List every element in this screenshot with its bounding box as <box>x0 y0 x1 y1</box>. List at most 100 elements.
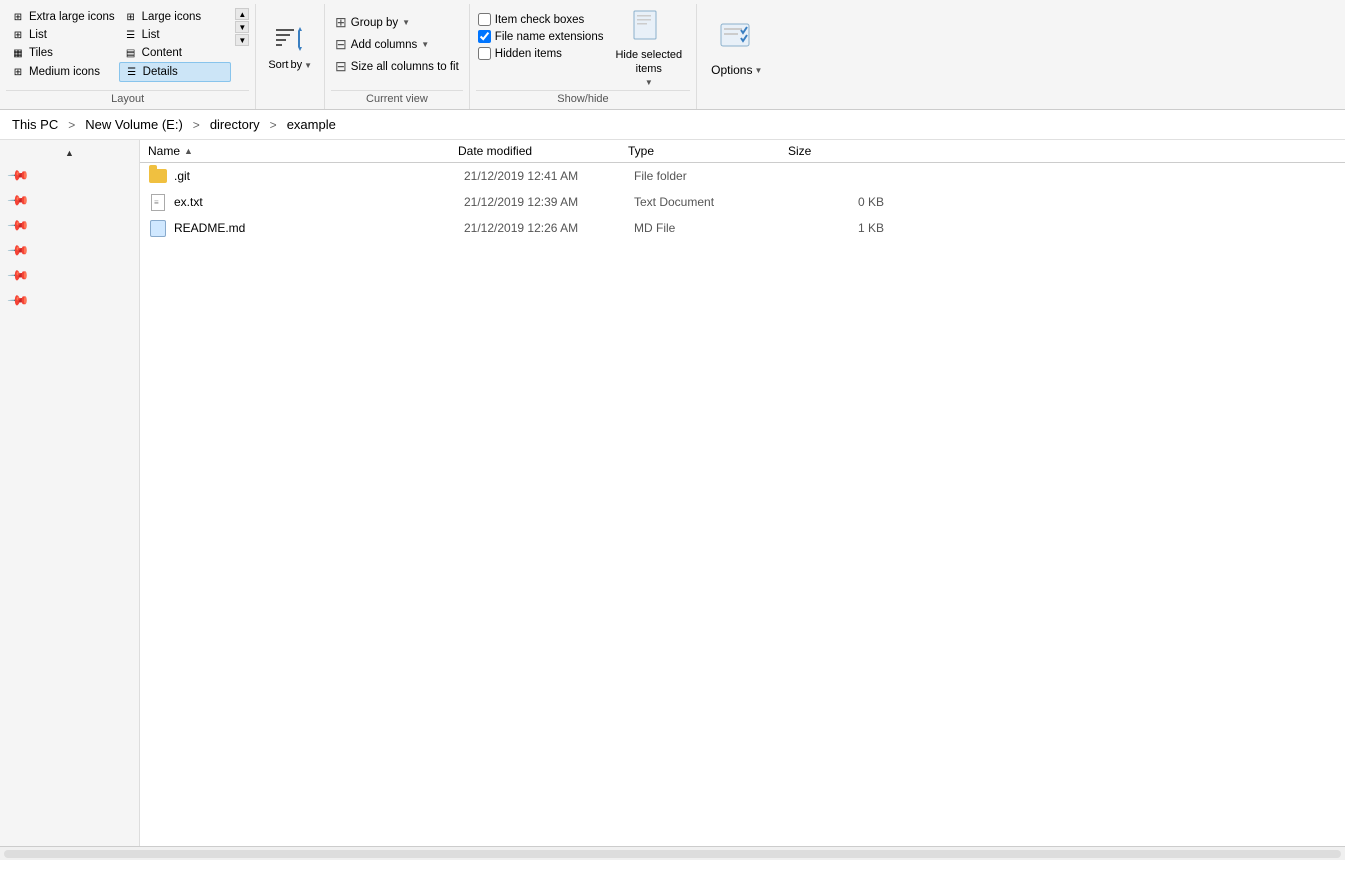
item-check-boxes-item: Item check boxes <box>476 12 606 27</box>
sort-content: Sort by ▼ <box>262 6 318 90</box>
file-name-extensions-checkbox[interactable] <box>478 30 491 43</box>
hide-selected-label: Hide selecteditems <box>615 49 682 75</box>
file-row-git[interactable]: .git 21/12/2019 12:41 AM File folder <box>140 163 1345 189</box>
cv-content: ⊞ Group by ▼ ⊟ Add columns ▼ ⊟ Size all … <box>331 6 463 90</box>
scroll-up-btn[interactable]: ▲ <box>235 8 249 20</box>
file-type-readme: MD File <box>634 221 794 235</box>
details-icon: ☰ <box>124 64 140 80</box>
layout-content[interactable]: ▤ Content <box>119 44 232 62</box>
pin-icon-3: 📌 <box>7 213 31 237</box>
sh-checkboxes: Item check boxes File name extensions Hi… <box>476 8 606 61</box>
size-all-columns-button[interactable]: ⊟ Size all columns to fit <box>331 56 463 77</box>
sidebar-pin-3[interactable]: 📌 <box>4 214 135 237</box>
options-section: Options ▼ Options <box>697 4 776 109</box>
scroll-down-btn[interactable]: ▼ <box>235 21 249 33</box>
file-name-readme: README.md <box>174 221 464 235</box>
bottom-scrollbar[interactable] <box>0 846 1345 860</box>
item-check-boxes-checkbox[interactable] <box>478 13 491 26</box>
sidebar-pin-6[interactable]: 📌 <box>4 289 135 312</box>
hide-selected-icon <box>630 9 668 47</box>
layout-label: Layout <box>6 90 249 107</box>
breadcrumb-sep-0: > <box>68 118 75 132</box>
breadcrumb-example[interactable]: example <box>283 115 340 134</box>
layout-grid: ⊞ Extra large icons ⊞ Large icons ⊞ List… <box>6 8 231 82</box>
col-header-type[interactable]: Type <box>628 144 788 158</box>
file-type-extxt: Text Document <box>634 195 794 209</box>
sidebar-pin-2[interactable]: 📌 <box>4 189 135 212</box>
sidebar-scroll-up: ▲ <box>4 148 135 158</box>
layout-section: ⊞ Extra large icons ⊞ Large icons ⊞ List… <box>0 4 256 109</box>
tiles-icon: ▦ <box>10 45 26 61</box>
options-label-area: Options ▼ <box>711 63 762 77</box>
scrollbar-track[interactable] <box>4 850 1341 858</box>
col-header-name[interactable]: Name ▲ <box>148 144 458 158</box>
md-icon <box>150 220 166 237</box>
sort-label2: by <box>291 59 303 71</box>
list-icon: ☰ <box>123 27 139 43</box>
layout-details[interactable]: ☰ Details <box>119 62 232 82</box>
file-date-readme: 21/12/2019 12:26 AM <box>464 221 634 235</box>
sort-label: Sort <box>268 59 288 71</box>
hide-selected-button[interactable]: Hide selecteditems ▼ <box>607 8 690 88</box>
pin-icon-2: 📌 <box>7 188 31 212</box>
file-date-extxt: 21/12/2019 12:39 AM <box>464 195 634 209</box>
col-name-sort-arrow: ▲ <box>184 146 193 156</box>
current-view-section: ⊞ Group by ▼ ⊟ Add columns ▼ ⊟ Size all … <box>325 4 470 109</box>
file-date-git: 21/12/2019 12:41 AM <box>464 169 634 183</box>
sh-content: Item check boxes File name extensions Hi… <box>476 6 690 90</box>
sidebar-pin-4[interactable]: 📌 <box>4 239 135 262</box>
pin-icon-6: 📌 <box>7 288 31 312</box>
col-header-size[interactable]: Size <box>788 144 878 158</box>
size-all-icon: ⊟ <box>335 58 347 75</box>
sidebar-pin-1[interactable]: 📌 <box>4 164 135 187</box>
sort-dropdown-arrow: ▼ <box>304 61 312 70</box>
breadcrumb-new-volume[interactable]: New Volume (E:) <box>81 115 187 134</box>
layout-list[interactable]: ☰ List <box>119 26 232 44</box>
file-name-extxt: ex.txt <box>174 195 464 209</box>
add-columns-button[interactable]: ⊟ Add columns ▼ <box>331 34 463 55</box>
breadcrumb: This PC > New Volume (E:) > directory > … <box>0 110 1345 140</box>
options-label: Options <box>711 63 752 77</box>
sort-label-area: Sort by ▼ <box>268 59 312 71</box>
file-size-extxt: 0 KB <box>794 195 884 209</box>
scroll-more-btn[interactable]: ▼ <box>235 34 249 46</box>
breadcrumb-sep-2: > <box>270 118 277 132</box>
sort-button[interactable]: Sort by ▼ <box>262 8 318 88</box>
layout-medium-icons[interactable]: ⊞ Medium icons <box>6 62 119 82</box>
sh-label: Show/hide <box>476 90 690 107</box>
breadcrumb-this-pc[interactable]: This PC <box>8 115 62 134</box>
file-name-extensions-item: File name extensions <box>476 29 606 44</box>
group-by-icon: ⊞ <box>335 14 347 31</box>
layout-extra-large-icons[interactable]: ⊞ Extra large icons <box>6 8 119 26</box>
layout-small-icons[interactable]: ⊞ List <box>6 26 119 44</box>
hidden-items-checkbox[interactable] <box>478 47 491 60</box>
extra-large-icons-icon: ⊞ <box>10 9 26 25</box>
breadcrumb-sep-1: > <box>193 118 200 132</box>
pin-icon-1: 📌 <box>7 163 31 187</box>
layout-tiles[interactable]: ▦ Tiles <box>6 44 119 62</box>
sidebar-pin-5[interactable]: 📌 <box>4 264 135 287</box>
options-icon <box>716 19 758 61</box>
file-type-git: File folder <box>634 169 794 183</box>
group-by-button[interactable]: ⊞ Group by ▼ <box>331 12 463 33</box>
add-columns-arrow: ▼ <box>421 40 429 49</box>
pin-icon-5: 📌 <box>7 263 31 287</box>
file-row-readme[interactable]: README.md 21/12/2019 12:26 AM MD File 1 … <box>140 215 1345 241</box>
layout-large-icons[interactable]: ⊞ Large icons <box>119 8 232 26</box>
sort-section: Sort by ▼ Sort <box>256 4 325 109</box>
file-icon-git <box>148 166 168 186</box>
file-icon-readme <box>148 218 168 238</box>
content-icon: ▤ <box>123 45 139 61</box>
txt-icon <box>151 194 165 211</box>
options-arrow: ▼ <box>754 66 762 75</box>
file-row-extxt[interactable]: ex.txt 21/12/2019 12:39 AM Text Document… <box>140 189 1345 215</box>
file-size-readme: 1 KB <box>794 221 884 235</box>
hide-selected-arrow: ▼ <box>645 78 653 87</box>
main-area: ▲ 📌 📌 📌 📌 📌 📌 Name ▲ Date m <box>0 140 1345 846</box>
col-header-date[interactable]: Date modified <box>458 144 628 158</box>
show-hide-section: Item check boxes File name extensions Hi… <box>470 4 697 109</box>
options-button[interactable]: Options ▼ <box>703 8 770 88</box>
large-icons-icon: ⊞ <box>123 9 139 25</box>
breadcrumb-directory[interactable]: directory <box>206 115 264 134</box>
sidebar-chevron-up[interactable]: ▲ <box>65 148 74 158</box>
